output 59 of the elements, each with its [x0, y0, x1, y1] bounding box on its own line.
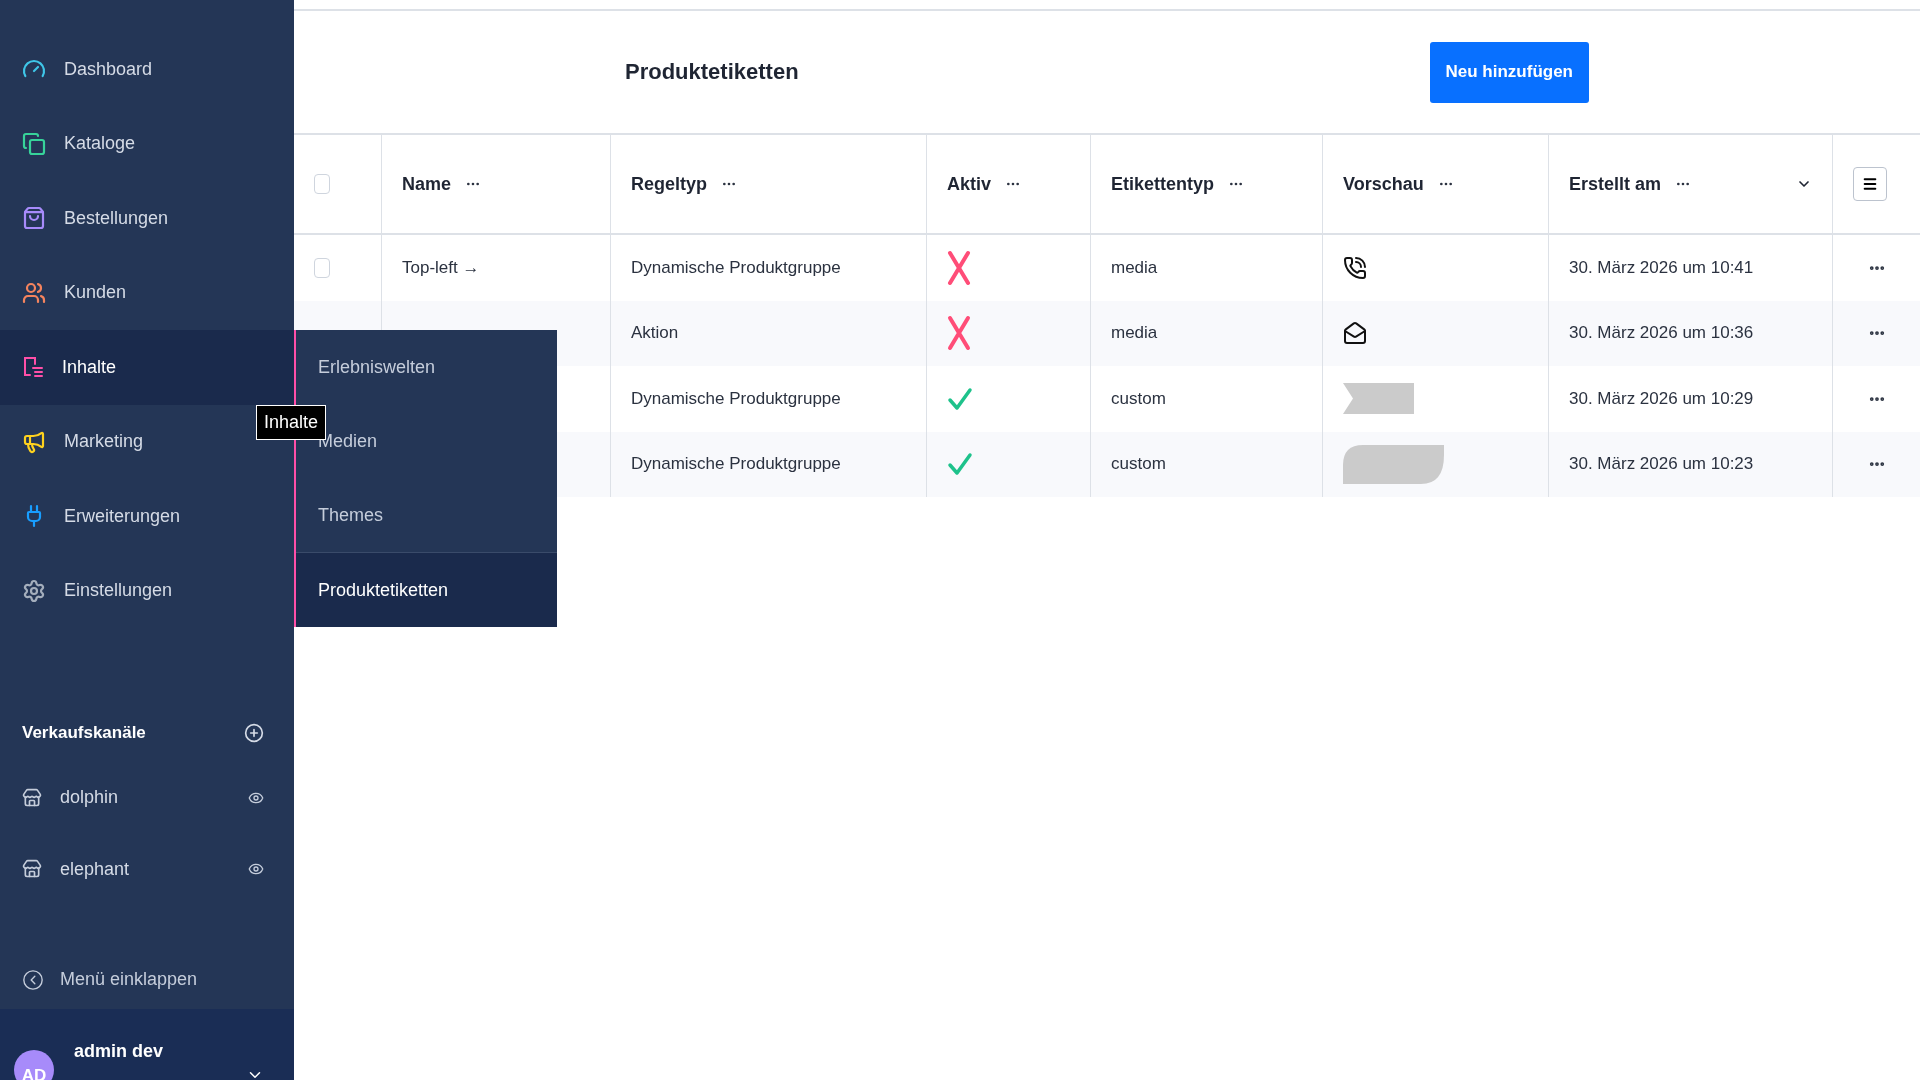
nav-item[interactable]: Marketing — [0, 404, 250, 479]
table-cell: Aktion — [631, 323, 679, 344]
table-cell: custom — [1111, 388, 1166, 409]
channel-item[interactable]: dolphin — [0, 761, 294, 834]
nav-item[interactable]: Kunden — [0, 255, 250, 330]
nav-label: Kataloge — [64, 133, 136, 155]
table-cell: Dynamische Produktgruppe — [631, 257, 841, 278]
tooltip: Inhalte — [256, 405, 327, 440]
section-title: Verkaufskanäle — [22, 722, 146, 743]
nav-item[interactable]: Bestellungen — [0, 181, 250, 256]
column-settings-button[interactable] — [1853, 167, 1887, 201]
nav-item[interactable]: Kataloge — [0, 106, 250, 181]
eye-icon[interactable] — [248, 861, 264, 877]
table-cell: 30. März 2026 um 10:41 — [1569, 257, 1754, 278]
checkbox[interactable] — [314, 257, 330, 278]
nav-label: Dashboard — [64, 58, 153, 80]
nav-item[interactable]: Inhalte — [0, 330, 294, 405]
page-title: Produktetiketten — [625, 59, 799, 85]
menu-icon — [1862, 176, 1878, 192]
nav-label: Marketing — [64, 431, 144, 453]
channel-label: elephant — [60, 858, 131, 880]
store-icon — [22, 787, 42, 808]
content-icon — [22, 355, 44, 380]
add-new-button[interactable]: Neu hinzufügen — [1429, 41, 1589, 103]
channel-item[interactable]: elephant — [0, 833, 294, 905]
nav-item[interactable]: Dashboard — [0, 32, 250, 107]
envelope-icon — [1343, 321, 1367, 346]
table-cell: 30. März 2026 um 10:36 — [1569, 323, 1754, 344]
user-name: admin dev — [74, 1041, 165, 1062]
column-header[interactable]: Erstellt am — [1569, 173, 1662, 195]
nav-label: Bestellungen — [64, 207, 169, 229]
nav-label: Inhalte — [62, 356, 117, 378]
table-cell: media — [1111, 257, 1158, 278]
column-header[interactable]: Aktiv — [947, 173, 991, 195]
phone-icon — [1343, 255, 1367, 280]
column-header[interactable]: Name — [402, 173, 452, 195]
column-header[interactable]: Regeltyp — [631, 173, 708, 195]
add-icon[interactable] — [244, 722, 264, 743]
column-header[interactable]: Etikettentyp — [1111, 173, 1215, 195]
chevron-left-icon — [22, 968, 44, 991]
collapse-menu-link[interactable]: Menü einklappen — [0, 950, 294, 1009]
table-cell: Dynamische Produktgruppe — [631, 454, 841, 475]
nav-label: Einstellungen — [64, 580, 173, 602]
nav-label: Erweiterungen — [64, 505, 181, 527]
nav-item[interactable]: Einstellungen — [0, 553, 250, 628]
checkbox[interactable] — [314, 174, 330, 194]
store-icon — [22, 859, 42, 879]
nav-item[interactable]: Erweiterungen — [0, 479, 250, 554]
table-cell: Dynamische Produktgruppe — [631, 388, 841, 409]
table-cell[interactable]: Top-left → — [402, 257, 480, 278]
table-cell: custom — [1111, 454, 1166, 475]
table-cell: 30. März 2026 um 10:23 — [1569, 454, 1754, 475]
ribbon-shape — [1343, 383, 1414, 415]
table-cell: media — [1111, 323, 1158, 344]
table-cell: 30. März 2026 um 10:29 — [1569, 388, 1754, 409]
column-header[interactable]: Vorschau — [1343, 173, 1424, 195]
channel-label: dolphin — [60, 787, 120, 809]
nav-label: Kunden — [64, 282, 127, 304]
submenu-item[interactable]: Produktetiketten — [296, 552, 557, 627]
